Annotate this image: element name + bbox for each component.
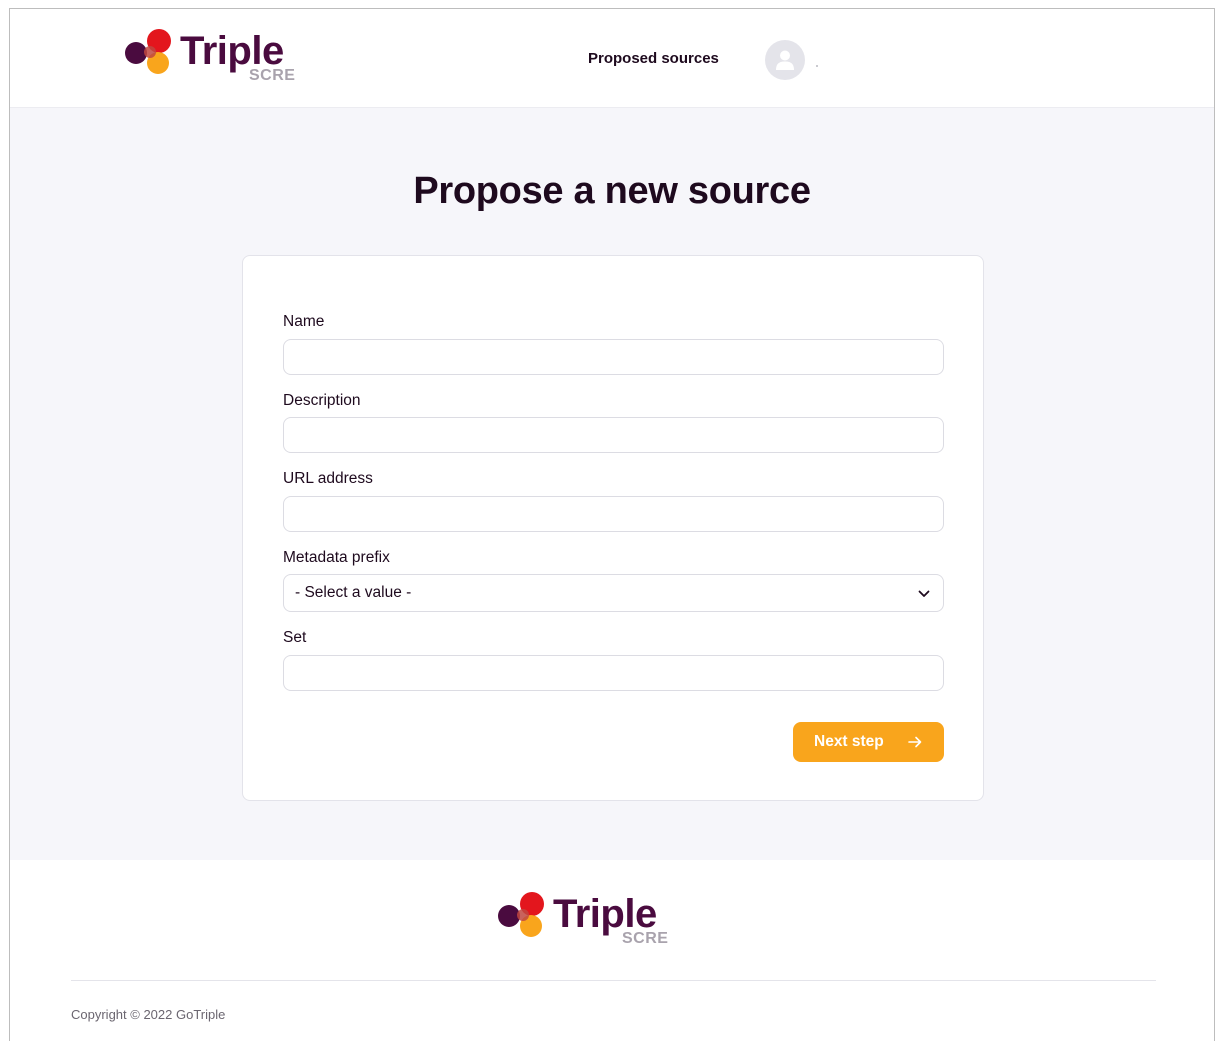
metadata-prefix-select[interactable]: - Select a value - xyxy=(283,574,944,612)
set-label: Set xyxy=(283,629,307,646)
main-content: Propose a new source Name Description UR… xyxy=(10,108,1214,860)
site-header: Triple SCRE Proposed sources xyxy=(10,9,1214,108)
name-label: Name xyxy=(283,313,325,330)
description-label: Description xyxy=(283,392,361,409)
logo-subtitle: SCRE xyxy=(249,67,296,84)
propose-source-form: Name Description URL address Metadata pr… xyxy=(242,255,984,801)
name-input[interactable] xyxy=(283,339,944,375)
triple-logo-icon xyxy=(125,29,171,74)
chevron-down-icon xyxy=(918,590,930,597)
next-step-label: Next step xyxy=(814,733,884,750)
user-menu-indicator xyxy=(816,65,818,67)
copyright-text: Copyright © 2022 GoTriple xyxy=(71,1007,226,1022)
browser-frame: Triple SCRE Proposed sources Propose a n… xyxy=(9,8,1215,1041)
user-avatar[interactable] xyxy=(765,40,805,80)
arrow-right-icon xyxy=(908,736,922,748)
set-input[interactable] xyxy=(283,655,944,691)
url-address-input[interactable] xyxy=(283,496,944,532)
logo-subtitle: SCRE xyxy=(622,930,669,947)
footer-logo[interactable]: Triple SCRE xyxy=(497,890,677,952)
url-address-label: URL address xyxy=(283,470,373,487)
header-logo[interactable]: Triple SCRE xyxy=(124,27,304,89)
metadata-prefix-label: Metadata prefix xyxy=(283,549,390,566)
metadata-prefix-selected-value: - Select a value - xyxy=(295,584,412,601)
footer-divider xyxy=(71,980,1156,981)
page-title: Propose a new source xyxy=(413,170,811,212)
triple-logo-icon xyxy=(498,892,544,937)
next-step-button[interactable]: Next step xyxy=(793,722,944,762)
nav-proposed-sources[interactable]: Proposed sources xyxy=(588,50,719,67)
site-footer: Triple SCRE Copyright © 2022 GoTriple xyxy=(10,860,1214,1041)
user-icon xyxy=(776,50,794,70)
description-input[interactable] xyxy=(283,417,944,453)
